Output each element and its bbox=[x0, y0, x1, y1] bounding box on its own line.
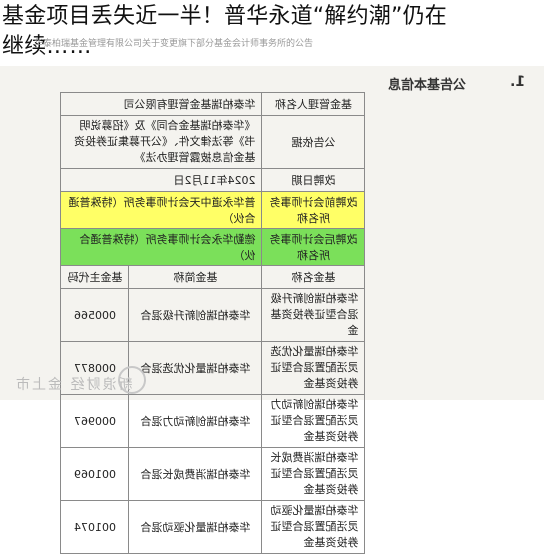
basis-value: 《华泰柏瑞基金合同》及《招募说明书》等法律文件、《公开募集证券投资基金信息披露管… bbox=[60, 115, 262, 169]
fund-short: 华泰柏瑞消费成长混合 bbox=[128, 447, 262, 501]
headline: 基金项目丢失近一半！普华永道“解约潮”仍在 继续…… bbox=[2, 2, 542, 62]
table-row: 《华泰柏瑞基金合同》及《招募说明书》等法律文件、《公开募集证券投资基金信息披露管… bbox=[60, 115, 365, 169]
header-short: 基金简称 bbox=[128, 265, 262, 289]
fund-name: 华泰柏瑞量化优选灵活配置混合型证券投资基金 bbox=[261, 341, 365, 395]
header-name: 基金名称 bbox=[261, 265, 365, 289]
table-header-row: 基金主代码 基金简称 基金名称 bbox=[60, 265, 365, 289]
fund-short: 华泰柏瑞创新升级混合 bbox=[128, 288, 262, 342]
watermark: 新浪财经 金上市 bbox=[14, 377, 133, 393]
fund-short: 华泰柏瑞量化驱动混合 bbox=[128, 500, 262, 554]
section-title: 公告基本信息 bbox=[388, 78, 467, 93]
after-firm-value: 德勤华永会计师事务所（特殊普通合伙） bbox=[60, 228, 262, 266]
table-row: 华泰柏瑞基金管理有限公司 基金管理人名称 bbox=[60, 92, 365, 116]
before-firm-value: 普华永道中天会计师事务所（特殊普通合伙） bbox=[60, 191, 262, 229]
fund-code: 001069 bbox=[60, 447, 129, 501]
header-code: 基金主代码 bbox=[60, 265, 129, 289]
fund-name: 华泰柏瑞创新动力灵活配置混合型证券投资基金 bbox=[261, 394, 365, 448]
fund-code: 000967 bbox=[60, 394, 129, 448]
fund-code: 001074 bbox=[60, 500, 129, 554]
fund-name: 华泰柏瑞创新升级混合型证券投资基金 bbox=[261, 288, 365, 342]
fund-name: 华泰柏瑞量化驱动灵活配置混合型证券投资基金 bbox=[261, 500, 365, 554]
manager-key: 基金管理人名称 bbox=[261, 92, 365, 116]
fund-info-table: 华泰柏瑞基金管理有限公司 基金管理人名称 《华泰柏瑞基金合同》及《招募说明书》等… bbox=[60, 92, 365, 554]
section-number: 1. bbox=[510, 74, 526, 90]
date-key: 改聘日期 bbox=[261, 168, 365, 192]
table-row: 001074 华泰柏瑞量化驱动混合 华泰柏瑞量化驱动灵活配置混合型证券投资基金 bbox=[60, 500, 365, 554]
document-image: 华泰柏瑞基金管理有限公司关于变更旗下部分基金会计师事务所的公告 1. 公告基本信… bbox=[0, 39, 544, 554]
fund-code: 000566 bbox=[60, 288, 129, 342]
fund-name: 华泰柏瑞消费成长灵活配置混合型证券投资基金 bbox=[261, 447, 365, 501]
table-row: 001069 华泰柏瑞消费成长混合 华泰柏瑞消费成长灵活配置混合型证券投资基金 bbox=[60, 447, 365, 501]
basis-key: 公告依据 bbox=[261, 115, 365, 169]
table-row: 2024年11月2日 改聘日期 bbox=[60, 168, 365, 192]
document-top-line: 华泰柏瑞基金管理有限公司关于变更旗下部分基金会计师事务所的公告 bbox=[34, 39, 314, 49]
table-row: 000967 华泰柏瑞创新动力混合 华泰柏瑞创新动力灵活配置混合型证券投资基金 bbox=[60, 394, 365, 448]
headline-line1: 基金项目丢失近一半！普华永道“解约潮”仍在 bbox=[2, 4, 447, 29]
table-row-highlight-before: 普华永道中天会计师事务所（特殊普通合伙） 改聘前会计师事务所名称 bbox=[60, 191, 365, 229]
table-row-highlight-after: 德勤华永会计师事务所（特殊普通合伙） 改聘后会计师事务所名称 bbox=[60, 228, 365, 266]
before-firm-key: 改聘前会计师事务所名称 bbox=[261, 191, 365, 229]
manager-value: 华泰柏瑞基金管理有限公司 bbox=[60, 92, 262, 116]
date-value: 2024年11月2日 bbox=[60, 168, 262, 192]
fund-short: 华泰柏瑞创新动力混合 bbox=[128, 394, 262, 448]
after-firm-key: 改聘后会计师事务所名称 bbox=[261, 228, 365, 266]
fund-short: 华泰柏瑞量化优选混合 bbox=[128, 341, 262, 395]
table-row: 000566 华泰柏瑞创新升级混合 华泰柏瑞创新升级混合型证券投资基金 bbox=[60, 288, 365, 342]
